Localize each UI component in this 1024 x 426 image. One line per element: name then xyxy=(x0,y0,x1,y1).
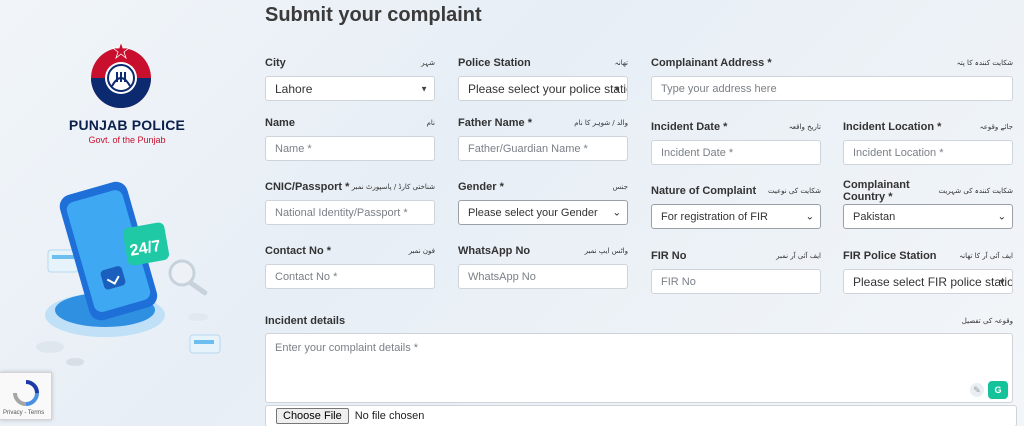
cnic-field: CNIC/Passport * شناختی کارڈ / پاسپورٹ نمب… xyxy=(265,180,435,225)
nature-field: Nature of Complaint شکایت کی نوعیت For re… xyxy=(651,184,821,229)
details-urdu-label: وقوعہ کی تفصیل xyxy=(961,317,1013,325)
incident-date-input[interactable]: Incident Date * xyxy=(651,140,821,165)
contact-urdu-label: فون نمبر xyxy=(408,247,435,255)
details-label: Incident details xyxy=(265,315,346,327)
chevron-down-icon: ▼ xyxy=(613,84,621,93)
police-station-select[interactable]: Please select your police station ▼ xyxy=(458,76,628,101)
police-station-label: Police Station xyxy=(458,57,531,69)
chevron-down-icon: ⌄ xyxy=(997,211,1006,222)
chevron-down-icon: ▼ xyxy=(420,84,428,93)
country-field: Complainant Country * شکایت کنندہ کی شہری… xyxy=(843,179,1013,229)
fir-no-urdu-label: ایف آئی آر نمبر xyxy=(776,252,821,260)
chevron-down-icon: ▼ xyxy=(998,277,1006,286)
gender-field: Gender * جنس Please select your Gender ⌄ xyxy=(458,180,628,225)
details-textarea[interactable]: Enter your complaint details * ✎ G xyxy=(265,333,1013,403)
chevron-down-icon: ⌄ xyxy=(612,207,621,218)
gender-label: Gender * xyxy=(458,181,504,193)
details-placeholder: Enter your complaint details * xyxy=(275,342,419,354)
recaptcha-badge[interactable]: Privacy - Terms xyxy=(0,372,52,420)
fir-station-field: FIR Police Station ایف آئی آر کا تھانہ Pl… xyxy=(843,249,1013,294)
whatsapp-field: WhatsApp No واٹس ایپ نمبر WhatsApp No xyxy=(458,244,628,289)
address-label: Complainant Address * xyxy=(651,57,772,69)
whatsapp-input[interactable]: WhatsApp No xyxy=(458,264,628,289)
whatsapp-label: WhatsApp No xyxy=(458,245,531,257)
helpline-illustration: 24/7 xyxy=(36,181,221,366)
page-title: Submit your complaint xyxy=(265,4,482,26)
city-select[interactable]: Lahore ▼ xyxy=(265,76,435,101)
address-input[interactable]: Type your address here xyxy=(651,76,1013,101)
name-input[interactable]: Name * xyxy=(265,136,435,161)
fir-station-urdu-label: ایف آئی آر کا تھانہ xyxy=(959,252,1013,260)
brand-text: PUNJAB POLICE Govt. of the Punjab xyxy=(62,117,192,145)
city-field: City شہر Lahore ▼ xyxy=(265,56,435,101)
police-station-value: Please select your police station xyxy=(468,81,628,96)
nature-select[interactable]: For registration of FIR ⌄ xyxy=(651,204,821,229)
choose-file-button[interactable]: Choose File xyxy=(276,408,349,424)
address-field: Complainant Address * شکایت کنندہ کا پتہ … xyxy=(651,56,1013,101)
father-name-input[interactable]: Father/Guardian Name * xyxy=(458,136,628,161)
incident-location-urdu-label: جائے وقوعہ xyxy=(979,123,1013,131)
country-select[interactable]: Pakistan ⌄ xyxy=(843,204,1013,229)
nature-urdu-label: شکایت کی نوعیت xyxy=(767,187,821,195)
father-name-urdu-label: والد / شوہر کا نام xyxy=(574,119,628,127)
city-label: City xyxy=(265,57,286,69)
address-urdu-label: شکایت کنندہ کا پتہ xyxy=(956,59,1013,67)
incident-location-label: Incident Location * xyxy=(843,121,942,133)
brand-title: PUNJAB POLICE xyxy=(68,117,186,133)
recaptcha-icon xyxy=(13,380,39,406)
file-upload: Choose File No file chosen xyxy=(265,405,1017,426)
contact-label: Contact No * xyxy=(265,245,331,257)
police-station-field: Police Station تھانہ Please select your p… xyxy=(458,56,628,101)
fir-no-label: FIR No xyxy=(651,250,687,262)
name-field: Name نام Name * xyxy=(265,116,435,161)
cnic-label: CNIC/Passport * xyxy=(265,181,350,193)
incident-location-input[interactable]: Incident Location * xyxy=(843,140,1013,165)
contact-field: Contact No * فون نمبر Contact No * xyxy=(265,244,435,289)
cnic-input[interactable]: National Identity/Passport * xyxy=(265,200,435,225)
gender-urdu-label: جنس xyxy=(612,183,628,191)
country-label: Complainant Country * xyxy=(843,179,910,203)
feather-icon[interactable]: ✎ xyxy=(970,383,984,397)
name-label: Name xyxy=(265,117,295,129)
name-urdu-label: نام xyxy=(426,119,435,127)
country-value: Pakistan xyxy=(853,210,896,223)
police-station-urdu-label: تھانہ xyxy=(614,59,628,67)
details-field: Incident details وقوعہ کی تفصیل Enter you… xyxy=(265,314,1013,403)
fir-station-value: Please select FIR police station xyxy=(853,274,1013,289)
incident-location-field: Incident Location * جائے وقوعہ Incident L… xyxy=(843,120,1013,165)
nature-label: Nature of Complaint xyxy=(651,185,757,197)
fir-no-field: FIR No ایف آئی آر نمبر FIR No xyxy=(651,249,821,294)
brand-panel: PUNJAB POLICE Govt. of the Punjab 24/7 P… xyxy=(0,0,240,426)
gender-value: Please select your Gender xyxy=(468,206,598,219)
file-status: No file chosen xyxy=(354,410,425,422)
incident-date-urdu-label: تاریخ واقعہ xyxy=(788,123,821,131)
city-urdu-label: شہر xyxy=(421,59,435,67)
whatsapp-urdu-label: واٹس ایپ نمبر xyxy=(584,247,628,255)
city-value: Lahore xyxy=(275,81,313,96)
grammarly-icon[interactable]: G xyxy=(988,381,1008,399)
father-name-field: Father Name * والد / شوہر کا نام Father/G… xyxy=(458,116,628,161)
father-name-label: Father Name * xyxy=(458,117,532,129)
brand-subtitle: Govt. of the Punjab xyxy=(88,135,166,145)
country-urdu-label: شکایت کنندہ کی شہریت xyxy=(938,187,1013,195)
fir-station-select[interactable]: Please select FIR police station ▼ xyxy=(843,269,1013,294)
incident-date-label: Incident Date * xyxy=(651,121,728,133)
gender-select[interactable]: Please select your Gender ⌄ xyxy=(458,200,628,225)
punjab-police-logo xyxy=(91,40,151,108)
cnic-urdu-label: شناختی کارڈ / پاسپورٹ نمبر xyxy=(351,183,435,191)
fir-station-label: FIR Police Station xyxy=(843,250,937,262)
chevron-down-icon: ⌄ xyxy=(805,211,814,222)
incident-date-field: Incident Date * تاریخ واقعہ Incident Date… xyxy=(651,120,821,165)
contact-input[interactable]: Contact No * xyxy=(265,264,435,289)
grammarly-widget[interactable]: ✎ G xyxy=(970,381,1008,399)
nature-value: For registration of FIR xyxy=(661,210,768,223)
recaptcha-links[interactable]: Privacy - Terms xyxy=(3,410,44,416)
fir-no-input[interactable]: FIR No xyxy=(651,269,821,294)
